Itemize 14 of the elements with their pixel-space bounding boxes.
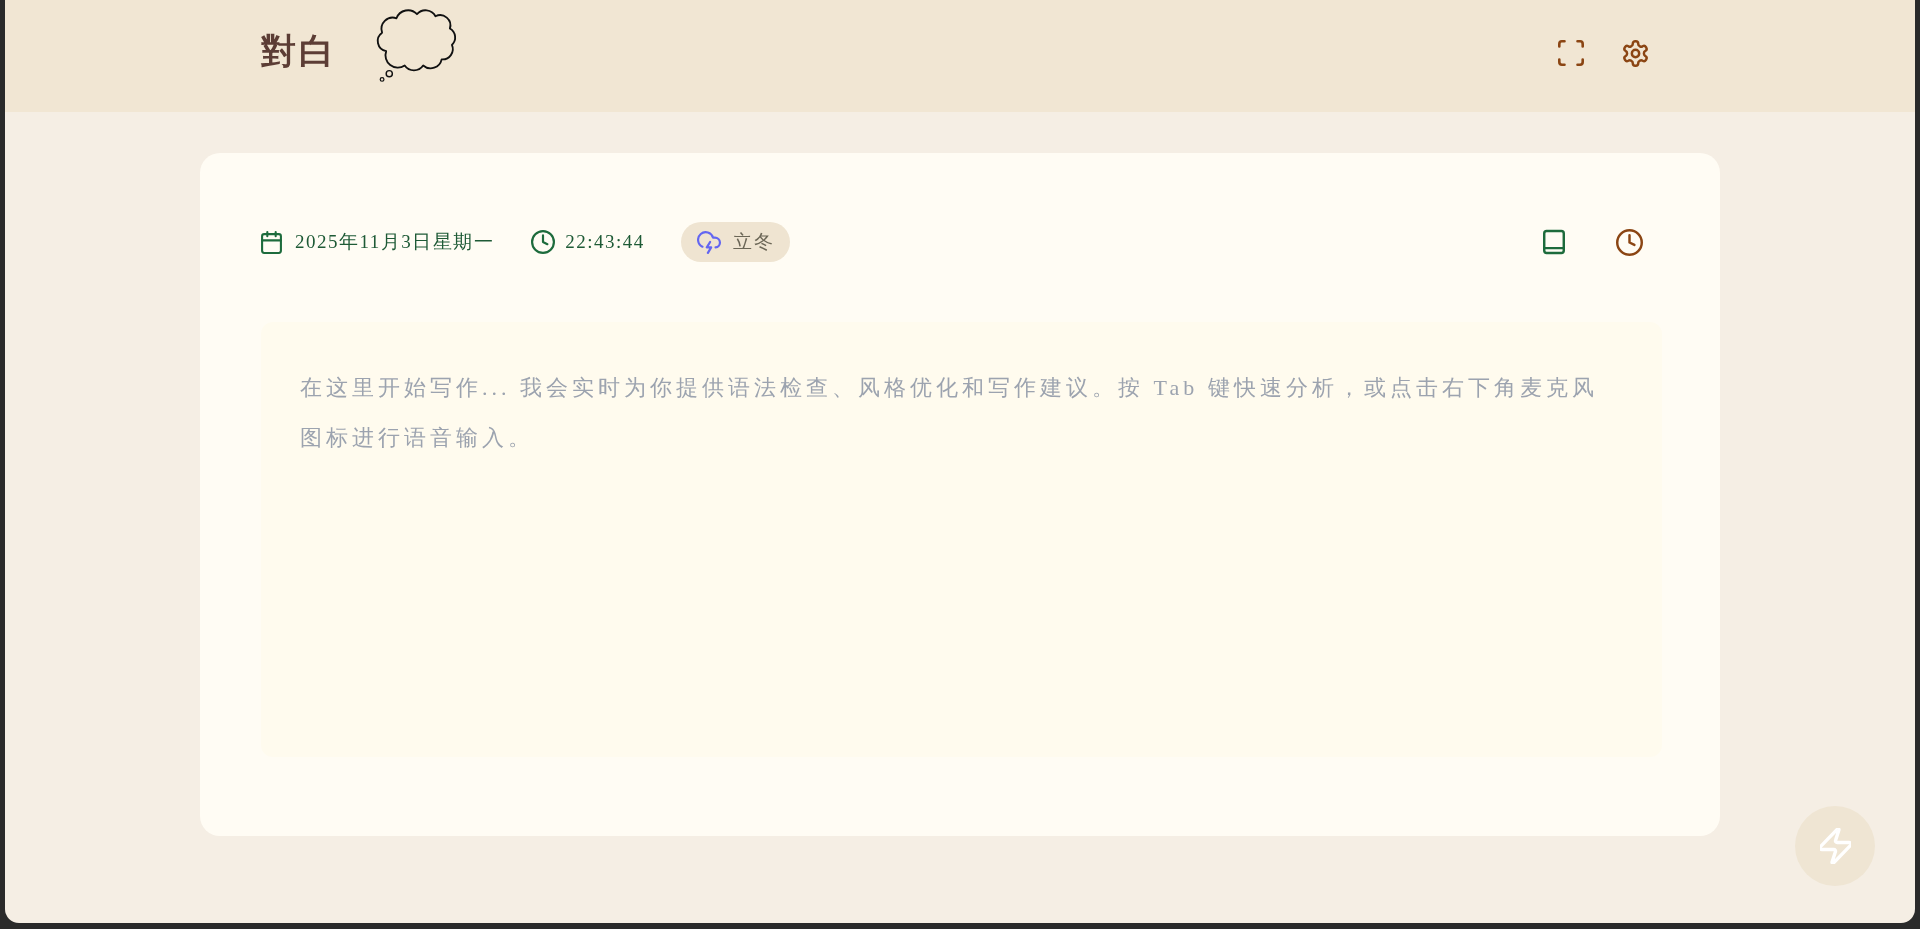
writing-area[interactable]: 在这里开始写作... 我会实时为你提供语法检查、风格优化和写作建议。按 Tab 键快速分析，或点击右下角麦克风图标进行语音输入。 xyxy=(261,322,1662,757)
date-text: 2025年11月3日星期一 xyxy=(295,230,495,254)
clock-icon xyxy=(531,230,556,254)
time-text: 22:43:44 xyxy=(565,231,645,253)
fullscreen-icon xyxy=(1558,40,1584,66)
lightning-icon xyxy=(1819,828,1851,864)
thought-bubble-icon xyxy=(375,8,459,84)
book-icon xyxy=(1543,229,1565,255)
app-title: 對白 xyxy=(261,31,337,73)
cloud-lightning-icon xyxy=(696,230,721,254)
solar-term-text: 立冬 xyxy=(732,230,775,254)
calendar-icon xyxy=(261,230,282,254)
settings-icon xyxy=(1623,39,1648,67)
clock-icon xyxy=(1616,228,1643,256)
